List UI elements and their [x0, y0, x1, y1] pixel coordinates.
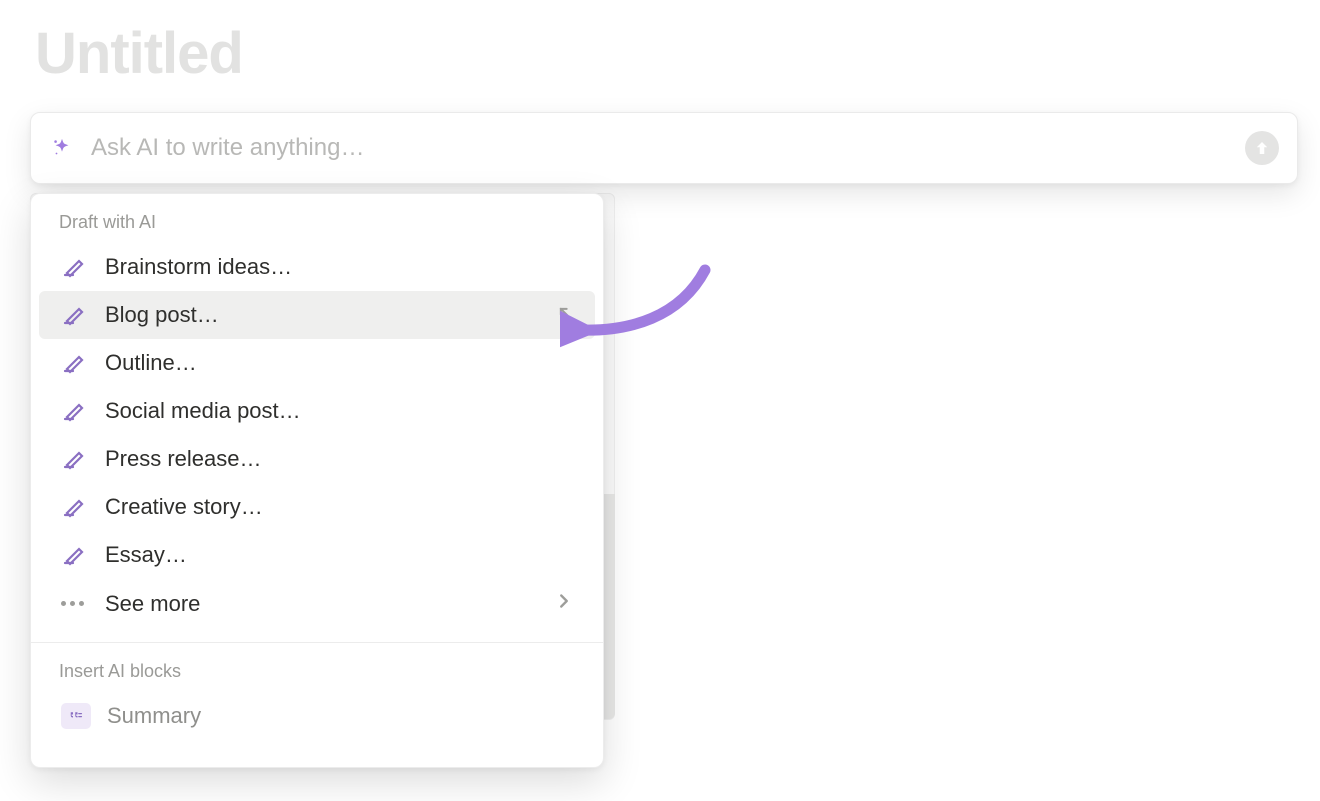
menu-item-label: Blog post… — [105, 302, 555, 328]
section-label-draft: Draft with AI — [31, 194, 603, 243]
menu-item-label: Brainstorm ideas… — [105, 254, 575, 280]
menu-item-creative-story[interactable]: Creative story… — [39, 483, 595, 531]
menu-item-blog-post[interactable]: Blog post… — [39, 291, 595, 339]
menu-item-label: See more — [105, 591, 553, 617]
pencil-icon — [61, 350, 87, 376]
menu-item-label: Creative story… — [105, 494, 575, 520]
menu-item-label: Summary — [107, 703, 201, 729]
ai-actions-dropdown: Draft with AI Brainstorm ideas… Blog pos… — [30, 193, 604, 768]
menu-item-label: Outline… — [105, 350, 575, 376]
menu-item-see-more[interactable]: See more — [39, 579, 595, 628]
menu-item-label: Essay… — [105, 542, 575, 568]
menu-item-essay[interactable]: Essay… — [39, 531, 595, 579]
arrow-up-icon — [1253, 139, 1271, 157]
pencil-icon — [61, 494, 87, 520]
menu-item-press-release[interactable]: Press release… — [39, 435, 595, 483]
menu-item-outline[interactable]: Outline… — [39, 339, 595, 387]
menu-item-brainstorm[interactable]: Brainstorm ideas… — [39, 243, 595, 291]
ai-prompt-input[interactable] — [91, 134, 1245, 162]
pencil-icon — [61, 398, 87, 424]
pencil-icon — [61, 302, 87, 328]
menu-item-summary[interactable]: Summary — [39, 692, 595, 729]
pencil-icon — [61, 446, 87, 472]
page-title[interactable]: Untitled — [35, 20, 243, 87]
pencil-icon — [61, 542, 87, 568]
ellipsis-icon — [61, 601, 87, 606]
menu-item-label: Social media post… — [105, 398, 575, 424]
pencil-icon — [61, 254, 87, 280]
insert-arrow-icon — [555, 303, 575, 328]
ai-input-bar[interactable] — [30, 112, 1298, 184]
menu-item-social-media[interactable]: Social media post… — [39, 387, 595, 435]
quote-block-icon — [61, 703, 91, 729]
send-button[interactable] — [1245, 131, 1279, 165]
chevron-right-icon — [553, 590, 575, 617]
menu-item-label: Press release… — [105, 446, 575, 472]
section-label-insert-blocks: Insert AI blocks — [31, 643, 603, 692]
sparkle-icon — [51, 137, 73, 159]
